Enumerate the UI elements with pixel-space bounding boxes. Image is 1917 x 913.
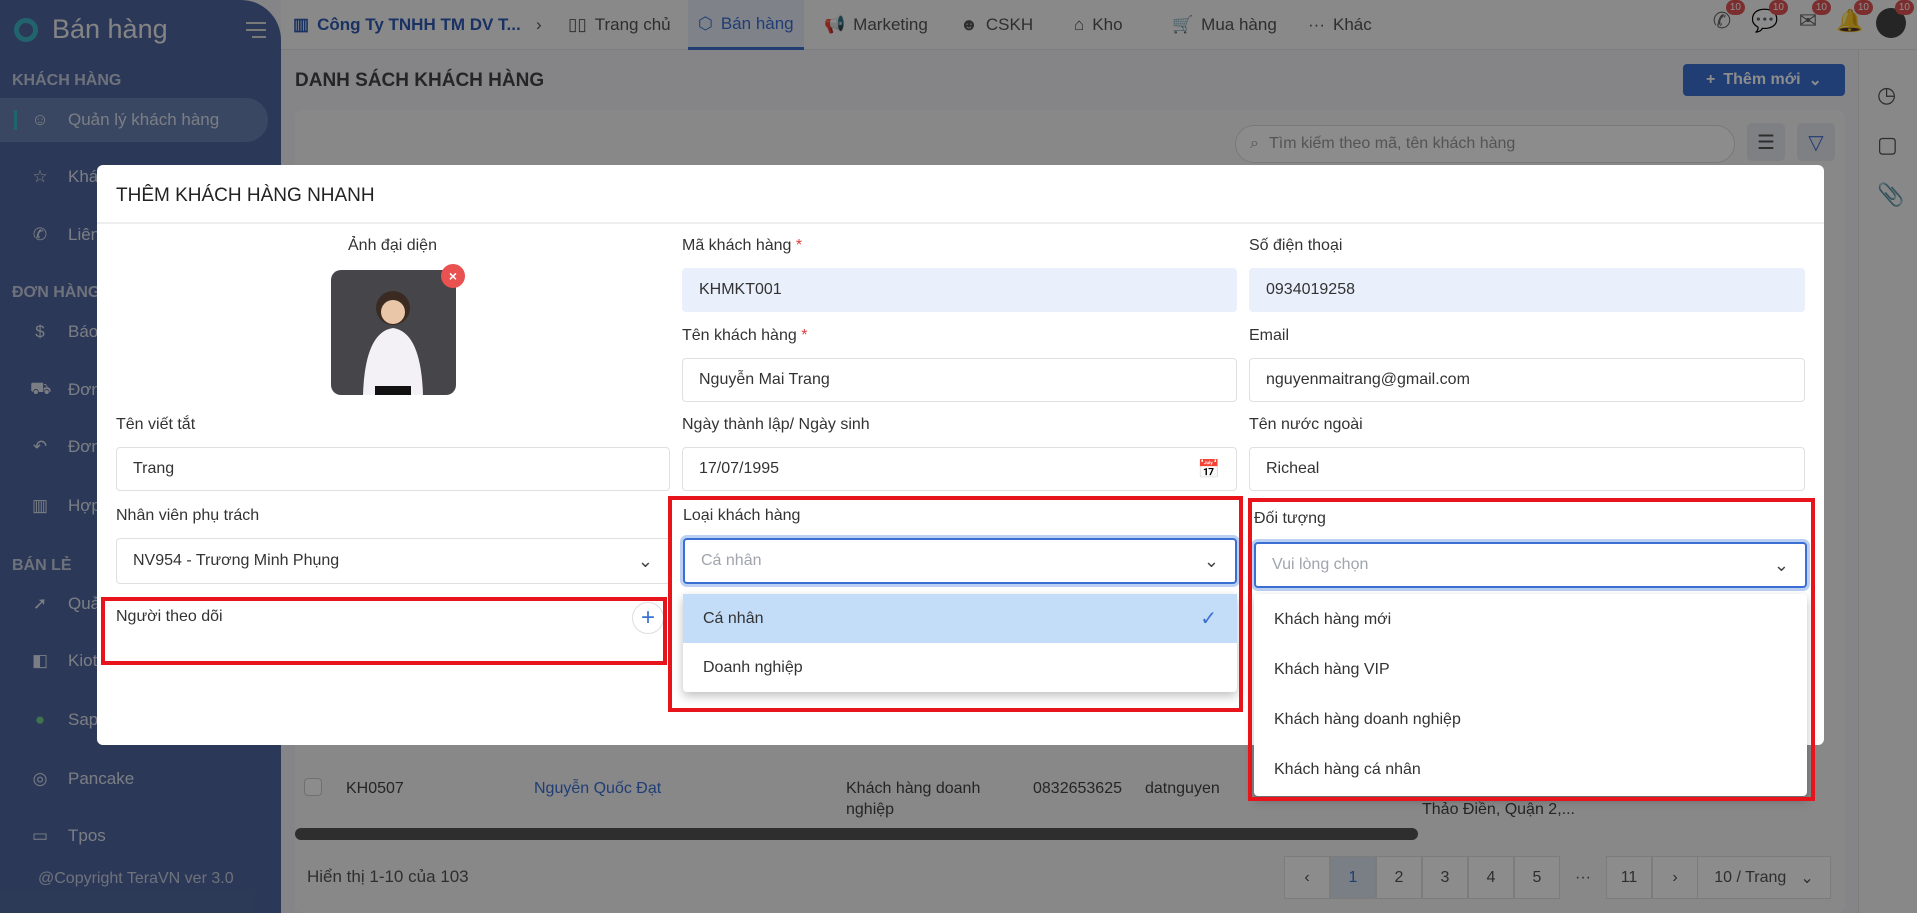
- avatar-label: Ảnh đại diện: [348, 237, 437, 254]
- highlight-box: [1248, 498, 1815, 801]
- input-value: 17/07/1995: [699, 460, 780, 477]
- short-name-input[interactable]: Trang: [116, 447, 670, 491]
- input-value: nguyenmaitrang@gmail.com: [1266, 371, 1470, 388]
- highlight-box: [101, 597, 667, 665]
- input-value: 0934019258: [1266, 281, 1355, 298]
- input-value: KHMKT001: [699, 281, 782, 298]
- email-input[interactable]: nguyenmaitrang@gmail.com: [1249, 358, 1805, 402]
- field-label: Email: [1249, 327, 1290, 344]
- chevron-down-icon: ⌄: [637, 550, 653, 571]
- avatar-image[interactable]: [331, 270, 456, 395]
- dob-date-input[interactable]: 17/07/1995 📅: [682, 447, 1237, 491]
- input-value: Nguyễn Mai Trang: [699, 371, 830, 388]
- field-label: Tên nước ngoài: [1249, 416, 1363, 433]
- staff-select[interactable]: NV954 - Trương Minh Phụng ⌄: [116, 538, 670, 584]
- highlight-box: [668, 496, 1243, 712]
- person-photo: [363, 291, 423, 395]
- modal-title: THÊM KHÁCH HÀNG NHANH: [97, 165, 1824, 224]
- input-value: Richeal: [1266, 460, 1320, 477]
- field-label: Mã khách hàng *: [682, 237, 803, 254]
- phone-input[interactable]: 0934019258: [1249, 268, 1805, 312]
- field-label: Tên viết tắt: [116, 416, 196, 433]
- customer-name-input[interactable]: Nguyễn Mai Trang: [682, 358, 1237, 402]
- select-value: NV954 - Trương Minh Phụng: [133, 552, 340, 569]
- field-label: Tên khách hàng *: [682, 327, 808, 344]
- remove-avatar-button[interactable]: ×: [441, 264, 465, 288]
- field-label: Nhân viên phụ trách: [116, 507, 260, 524]
- calendar-icon[interactable]: 📅: [1198, 459, 1220, 480]
- customer-code-input[interactable]: KHMKT001: [682, 268, 1237, 312]
- input-value: Trang: [133, 460, 175, 477]
- field-label: Ngày thành lập/ Ngày sinh: [682, 416, 870, 433]
- foreign-name-input[interactable]: Richeal: [1249, 447, 1805, 491]
- field-label: Số điện thoại: [1249, 237, 1343, 254]
